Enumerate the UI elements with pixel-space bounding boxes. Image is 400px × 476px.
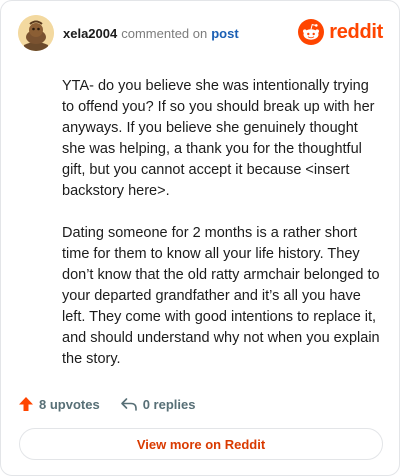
upvotes-count: 8 upvotes (39, 396, 100, 412)
username[interactable]: xela2004 (63, 26, 117, 41)
upvote-arrow-icon (19, 397, 33, 411)
comment-body: YTA- do you believe she was intentionall… (62, 76, 382, 391)
reddit-wordmark: reddit (329, 20, 383, 43)
reddit-logo-icon (298, 19, 325, 45)
post-link[interactable]: post (211, 26, 238, 41)
comment-paragraph: YTA- do you believe she was intentionall… (62, 78, 375, 199)
avatar-icon (18, 15, 54, 51)
reply-arrow-icon (120, 398, 137, 411)
comment-paragraph: Dating someone for 2 months is a rather … (62, 225, 380, 367)
comment-actions: 8 upvotes 0 replies (18, 393, 195, 415)
comment-embed-card: xela2004 commented on post reddit YTA- do … (0, 0, 400, 476)
view-more-button[interactable]: View more on Reddit (19, 428, 383, 460)
replies-count: 0 replies (142, 396, 196, 412)
replies-button[interactable]: 0 replies (120, 396, 196, 412)
comment-meta: xela2004 commented on post (63, 26, 239, 42)
commented-on-text: commented on (121, 26, 208, 41)
user-avatar[interactable] (18, 15, 54, 51)
upvotes-button[interactable]: 8 upvotes (18, 396, 100, 412)
comment-header: xela2004 commented on post reddit (18, 15, 383, 53)
reddit-brand[interactable]: reddit (298, 17, 383, 47)
